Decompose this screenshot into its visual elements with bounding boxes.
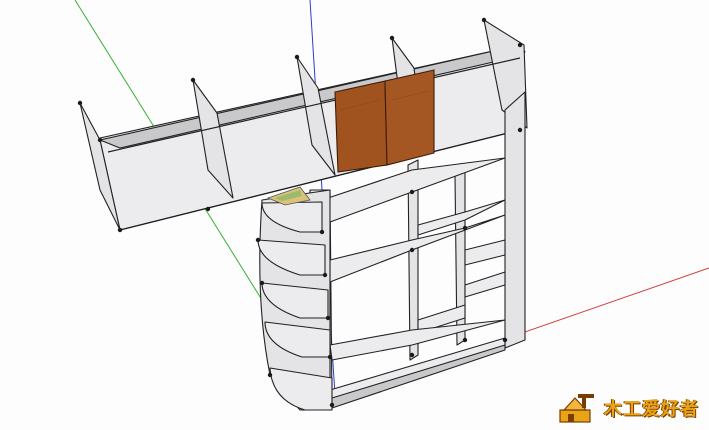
modeling-viewport[interactable]: 木工爱好者 [0,0,709,430]
watermark-text: 木工爱好者 [604,399,699,420]
right-door [384,69,435,166]
left-door [334,80,388,173]
carpenter-logo-icon [559,394,594,423]
3d-scene[interactable] [0,0,709,430]
watermark: 木工爱好者 [558,392,699,424]
